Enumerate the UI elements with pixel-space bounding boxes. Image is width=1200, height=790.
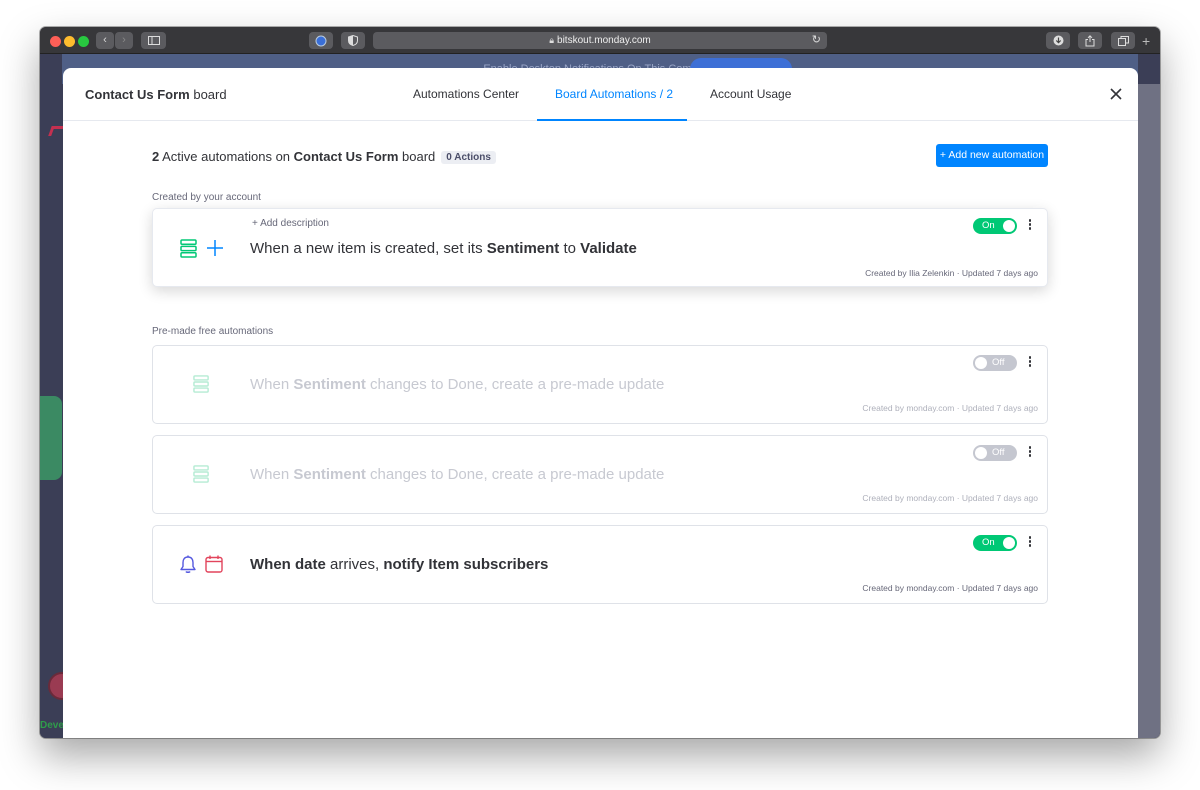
forward-icon[interactable]: › [115,32,133,49]
item-icon [193,465,209,483]
board-name: Contact Us Form [85,87,190,102]
close-window-button[interactable] [50,36,61,47]
sentence-column[interactable]: Sentiment [293,376,366,393]
background-board-strip [1138,84,1160,738]
summary-board-suffix: board [398,149,436,164]
automation-meta: Created by monday.com · Updated 7 days a… [862,403,1038,413]
board-suffix: board [189,87,227,102]
tabs-overview-icon[interactable] [1111,32,1135,49]
toggle-label: On [982,220,995,231]
minimize-window-button[interactable] [64,36,75,47]
sentence-text: When a new item is created, set its [250,240,487,257]
sentence-column[interactable]: Sentiment [293,466,366,483]
sentence-text: to [559,240,581,257]
more-options-icon[interactable] [1027,446,1033,460]
toggle-knob [1003,220,1015,232]
sentence-column[interactable]: Sentiment [487,240,560,257]
summary-text: Active automations on [159,149,294,164]
toggle-knob [1003,537,1015,549]
automation-meta: Created by Ilia Zelenkin · Updated 7 day… [865,268,1038,278]
url-bar[interactable]: 🔒︎ bitskout.monday.com ↻ [373,32,827,49]
tab-automations-center[interactable]: Automations Center [413,87,519,101]
active-tab-indicator [537,119,687,121]
share-icon[interactable] [1078,32,1102,49]
dev-label: Deve [40,720,64,731]
automation-toggle[interactable]: Off [973,355,1017,371]
monday-logo-icon [48,126,64,136]
new-tab-icon[interactable]: + [1142,34,1150,48]
tab-board-automations[interactable]: Board Automations / 2 [555,87,673,101]
reload-icon[interactable]: ↻ [812,32,821,49]
sentence-text: changes to Done, create a pre-made updat… [365,376,665,393]
extension-icon[interactable] [309,32,333,49]
sentence-value[interactable]: Validate [580,240,637,257]
lock-icon: 🔒︎ [549,35,555,45]
modal-header: Contact Us Form board Automations Center… [63,68,1138,121]
modal-board-title: Contact Us Form board [85,87,227,102]
more-options-icon[interactable] [1027,536,1033,550]
automation-toggle[interactable]: On [973,218,1017,234]
automation-meta: Created by monday.com · Updated 7 days a… [862,583,1038,593]
automation-sentence: When Sentiment changes to Done, create a… [250,466,664,483]
sentence-text: When [250,466,294,483]
sentence-text: arrives, [325,556,384,573]
automation-sentence: When a new item is created, set its Sent… [250,240,637,257]
automation-card[interactable]: When date arrives, notify Item subscribe… [152,525,1048,604]
toggle-knob [975,447,987,459]
automation-card[interactable]: + Add description When a new item is cre… [152,208,1048,287]
add-new-automation-button[interactable]: + Add new automation [936,144,1048,167]
automation-card[interactable]: When Sentiment changes to Done, create a… [152,345,1048,424]
browser-titlebar: ‹ › 🔒︎ bitskout.monday.com ↻ + [40,27,1160,54]
automation-sentence: When Sentiment changes to Done, create a… [250,376,664,393]
privacy-shield-icon[interactable] [341,32,365,49]
sentence-trigger[interactable]: When date [250,556,326,573]
toggle-label: Off [992,357,1005,368]
sidebar-toggle-icon[interactable] [141,32,166,49]
automation-sentence: When date arrives, notify Item subscribe… [250,556,548,573]
automation-card[interactable]: When Sentiment changes to Done, create a… [152,435,1048,514]
automation-meta: Created by monday.com · Updated 7 days a… [862,493,1038,503]
add-description-link[interactable]: + Add description [252,218,329,229]
calendar-icon [205,555,223,573]
sentence-text: When [250,376,294,393]
zoom-window-button[interactable] [78,36,89,47]
section-label-premade: Pre-made free automations [152,326,274,337]
summary-board-name: Contact Us Form [293,149,399,164]
more-options-icon[interactable] [1027,356,1033,370]
tab-account-usage[interactable]: Account Usage [710,87,791,101]
download-icon[interactable] [1046,32,1070,49]
automations-summary: 2 Active automations on Contact Us Form … [152,149,496,164]
item-icon [193,375,209,393]
automations-modal: Contact Us Form board Automations Center… [63,68,1138,738]
plus-icon [207,240,223,256]
item-icon [180,239,197,258]
toggle-knob [975,357,987,369]
browser-window: ‹ › 🔒︎bitskout.monday.com ↻ + Enable Des… [40,27,1160,738]
toggle-label: Off [992,447,1005,458]
url-text: bitskout.monday.com [557,35,651,46]
toggle-label: On [982,537,995,548]
automation-toggle[interactable]: On [973,535,1017,551]
more-options-icon[interactable] [1027,219,1033,233]
actions-badge: 0 Actions [441,151,496,164]
sentence-text: changes to Done, create a pre-made updat… [365,466,665,483]
upgrade-button[interactable] [40,396,62,480]
sentence-action[interactable]: notify Item subscribers [383,556,548,573]
close-icon[interactable] [1108,86,1124,102]
back-icon[interactable]: ‹ [96,32,114,49]
automation-toggle[interactable]: Off [973,445,1017,461]
section-label-account: Created by your account [152,192,261,203]
bell-icon [180,555,196,573]
